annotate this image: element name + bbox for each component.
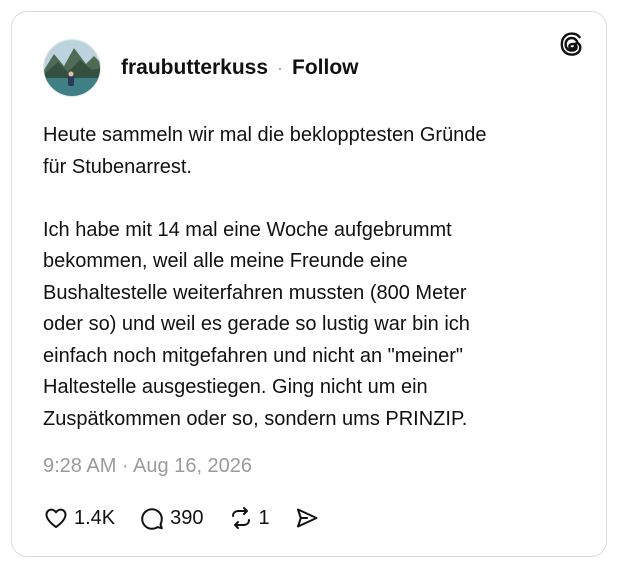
post-text: Heute sammeln wir mal die beklopptesten … (43, 124, 487, 430)
threads-logo-icon[interactable] (558, 30, 586, 58)
share-button[interactable] (294, 505, 320, 531)
send-icon (296, 508, 318, 528)
avatar-image (44, 40, 100, 96)
repost-button[interactable]: 1 (228, 505, 270, 531)
header-separator: · (277, 57, 284, 78)
avatar[interactable] (43, 39, 101, 97)
repost-count: 1 (258, 506, 270, 529)
heart-icon (45, 508, 67, 528)
like-count: 1.4K (74, 506, 116, 529)
repost-icon (231, 507, 250, 529)
reply-count: 390 (170, 506, 204, 529)
post-header: fraubutterkuss · Follow (43, 38, 359, 98)
comment-bubble-icon (141, 508, 163, 530)
post-timestamp[interactable]: 9:28 AM · Aug 16, 2026 (43, 455, 252, 478)
action-bar: 1.4K 390 1 (43, 503, 344, 533)
author-username[interactable]: fraubutterkuss (121, 56, 268, 80)
follow-button[interactable]: Follow (292, 56, 359, 80)
reply-button[interactable]: 390 (139, 505, 204, 531)
like-button[interactable]: 1.4K (43, 505, 115, 531)
post-card: fraubutterkuss · Follow Heute sammeln wi… (11, 11, 607, 557)
